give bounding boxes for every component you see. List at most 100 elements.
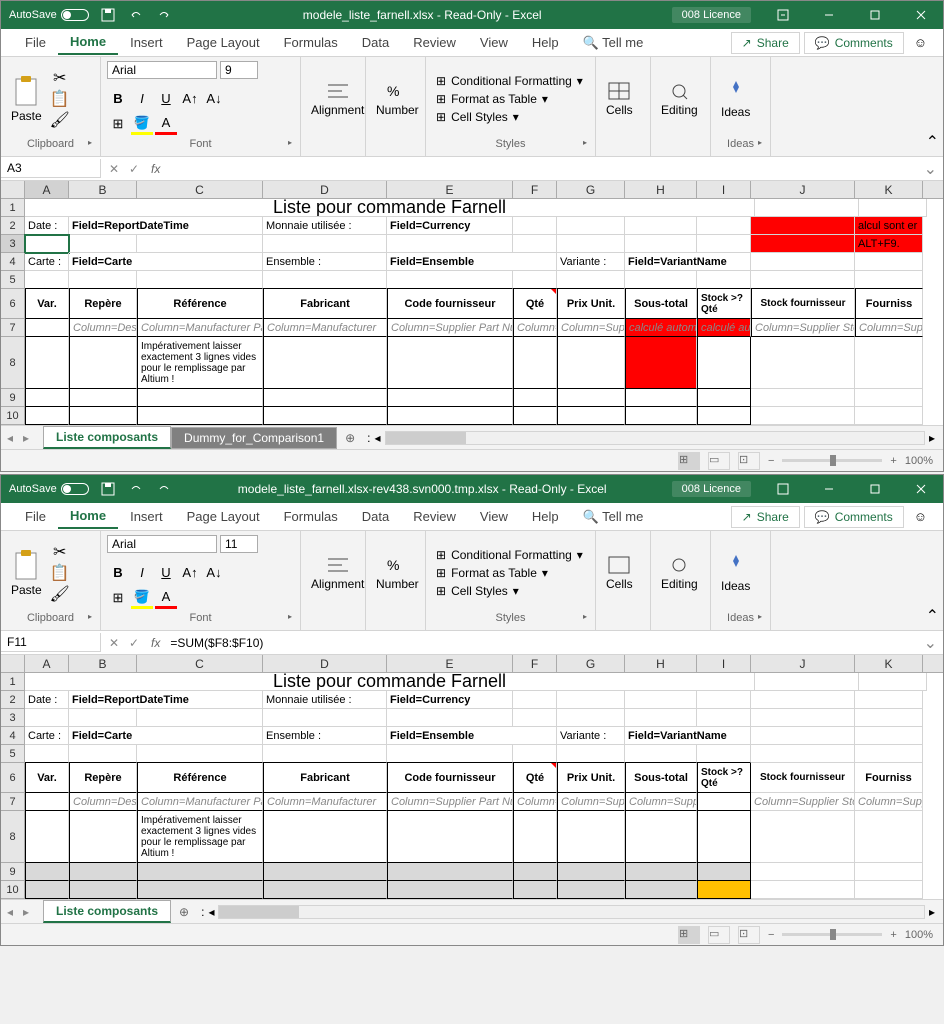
tab-pagelayout[interactable]: Page Layout — [175, 31, 272, 54]
bold-button[interactable]: B — [107, 561, 129, 583]
spreadsheet-grid[interactable]: A B C D E F G H I J K 1 Liste pour comma… — [1, 181, 943, 425]
col-F[interactable]: F — [513, 181, 557, 198]
font-color-icon[interactable]: A — [155, 113, 177, 135]
row-3[interactable]: 3 — [1, 235, 25, 253]
font-size-select[interactable] — [220, 535, 258, 553]
cancel-formula-icon[interactable]: ✕ — [105, 160, 123, 178]
col-D[interactable]: D — [263, 181, 387, 198]
ideas-button[interactable]: Ideas — [717, 549, 754, 597]
copy-icon[interactable]: 📋 — [50, 90, 70, 108]
select-all-corner[interactable] — [1, 181, 25, 198]
page-break-view-icon[interactable]: ⊡ — [738, 452, 760, 470]
sheet-dummy[interactable]: Dummy_for_Comparison1 — [171, 427, 337, 449]
zoom-level[interactable]: 100% — [905, 455, 933, 467]
ribbon-options-icon[interactable] — [761, 1, 805, 29]
font-color-icon[interactable]: A — [155, 587, 177, 609]
redo-icon[interactable] — [155, 480, 173, 498]
col-G[interactable]: G — [557, 181, 625, 198]
ribbon-options-icon[interactable] — [761, 475, 805, 503]
tab-tellme[interactable]: 🔍 Tell me — [571, 31, 656, 55]
tab-data[interactable]: Data — [350, 505, 401, 528]
minimize-icon[interactable] — [807, 1, 851, 29]
paste-button[interactable]: Paste — [7, 73, 46, 125]
tab-tellme[interactable]: 🔍 Tell me — [571, 505, 656, 529]
prev-sheet-icon[interactable]: ◂ — [7, 905, 21, 919]
selected-cell-A3[interactable] — [25, 235, 69, 253]
font-name-select[interactable] — [107, 535, 217, 553]
cell-styles-button[interactable]: ⊞ Cell Styles ▾ — [432, 109, 587, 125]
formula-input[interactable] — [164, 634, 917, 652]
cell-qty-marker[interactable]: Qté — [513, 289, 557, 319]
cell-styles-button[interactable]: ⊞ Cell Styles ▾ — [432, 583, 587, 599]
row-10[interactable]: 10 — [1, 407, 25, 425]
tab-data[interactable]: Data — [350, 31, 401, 54]
row-7[interactable]: 7 — [1, 319, 25, 337]
number-button[interactable]: % Number — [372, 77, 423, 121]
horizontal-scrollbar[interactable]: : ◂▸ — [363, 431, 943, 445]
collapse-ribbon-icon[interactable]: ⌃ — [926, 132, 939, 152]
next-sheet-icon[interactable]: ▸ — [23, 431, 37, 445]
increase-font-icon[interactable]: A↑ — [179, 561, 201, 583]
add-sheet-icon[interactable]: ⊕ — [337, 431, 363, 445]
font-name-select[interactable] — [107, 61, 217, 79]
zoom-out-icon[interactable]: − — [768, 455, 774, 467]
italic-button[interactable]: I — [131, 87, 153, 109]
tab-insert[interactable]: Insert — [118, 505, 175, 528]
tab-insert[interactable]: Insert — [118, 31, 175, 54]
conditional-formatting-button[interactable]: ⊞ Conditional Formatting ▾ — [432, 73, 587, 89]
cell-title[interactable]: Liste pour commande Farnell — [25, 199, 755, 217]
zoom-slider[interactable] — [782, 459, 882, 462]
minimize-icon[interactable] — [807, 475, 851, 503]
tab-view[interactable]: View — [468, 505, 520, 528]
col-B[interactable]: B — [69, 181, 137, 198]
save-icon[interactable] — [99, 6, 117, 24]
paste-button[interactable]: Paste — [7, 547, 46, 599]
tab-formulas[interactable]: Formulas — [272, 505, 350, 528]
tab-review[interactable]: Review — [401, 505, 468, 528]
undo-icon[interactable] — [127, 6, 145, 24]
zoom-level[interactable]: 100% — [905, 929, 933, 941]
format-as-table-button[interactable]: ⊞ Format as Table ▾ — [432, 565, 587, 581]
col-C[interactable]: C — [137, 181, 263, 198]
alignment-button[interactable]: Alignment — [307, 77, 368, 121]
col-I[interactable]: I — [697, 181, 751, 198]
tab-file[interactable]: File — [13, 505, 58, 528]
select-all-corner[interactable] — [1, 655, 25, 672]
decrease-font-icon[interactable]: A↓ — [203, 561, 225, 583]
row-9[interactable]: 9 — [1, 389, 25, 407]
undo-icon[interactable] — [127, 480, 145, 498]
share-button[interactable]: ↗ Share — [731, 506, 800, 528]
horizontal-scrollbar[interactable]: : ◂▸ — [197, 905, 943, 919]
tab-review[interactable]: Review — [401, 31, 468, 54]
col-J[interactable]: J — [751, 181, 855, 198]
zoom-out-icon[interactable]: − — [768, 929, 774, 941]
next-sheet-icon[interactable]: ▸ — [23, 905, 37, 919]
row-6[interactable]: 6 — [1, 289, 25, 319]
redo-icon[interactable] — [155, 6, 173, 24]
row-4[interactable]: 4 — [1, 253, 25, 271]
collapse-ribbon-icon[interactable]: ⌃ — [926, 606, 939, 626]
cut-icon[interactable]: ✂ — [50, 543, 70, 561]
normal-view-icon[interactable]: ⊞ — [678, 452, 700, 470]
row-8[interactable]: 8 — [1, 337, 25, 389]
close-icon[interactable] — [899, 475, 943, 503]
decrease-font-icon[interactable]: A↓ — [203, 87, 225, 109]
col-E[interactable]: E — [387, 181, 513, 198]
col-H[interactable]: H — [625, 181, 697, 198]
cells-button[interactable]: Cells — [602, 551, 637, 595]
tab-home[interactable]: Home — [58, 30, 118, 55]
cells-button[interactable]: Cells — [602, 77, 637, 121]
zoom-in-icon[interactable]: + — [890, 929, 896, 941]
format-painter-icon[interactable]: 🖌 — [50, 585, 70, 603]
page-layout-view-icon[interactable]: ▭ — [708, 926, 730, 944]
underline-button[interactable]: U — [155, 87, 177, 109]
add-sheet-icon[interactable]: ⊕ — [171, 905, 197, 919]
increase-font-icon[interactable]: A↑ — [179, 87, 201, 109]
expand-formula-icon[interactable]: ⌄ — [918, 159, 943, 179]
comments-button[interactable]: 💬 Comments — [804, 32, 904, 54]
italic-button[interactable]: I — [131, 561, 153, 583]
row-1[interactable]: 1 — [1, 199, 25, 217]
row-2[interactable]: 2 — [1, 217, 25, 235]
comments-button[interactable]: 💬 Comments — [804, 506, 904, 528]
enter-formula-icon[interactable]: ✓ — [125, 634, 143, 652]
